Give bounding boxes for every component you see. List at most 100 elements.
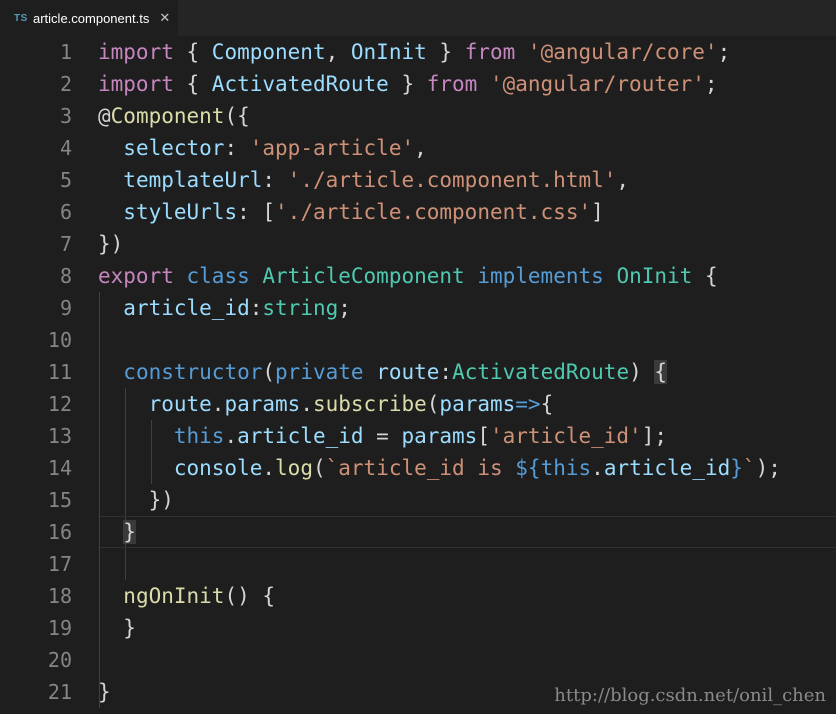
code-token: './article.component.css' — [275, 200, 592, 224]
code-token: ; — [717, 40, 731, 64]
code-line[interactable]: 7}) — [0, 228, 836, 260]
code-line[interactable]: 13 this.article_id = params['article_id'… — [0, 420, 836, 452]
code-token: => — [515, 392, 541, 416]
code-token: private — [275, 360, 364, 384]
code-token: ; — [338, 296, 351, 320]
code-token: class — [186, 264, 250, 288]
code-token: import — [98, 72, 174, 96]
code-line[interactable]: 2 import { ActivatedRoute } from '@angula… — [0, 68, 836, 100]
code-token: ; — [704, 72, 718, 96]
code-token: console — [173, 456, 263, 480]
code-text: } — [98, 612, 136, 644]
code-token: ( — [426, 392, 440, 416]
code-line[interactable]: 20 — [0, 644, 836, 676]
code-line[interactable]: 19 } — [0, 612, 836, 644]
code-text: article_id:string; — [98, 292, 351, 324]
code-token: () { — [224, 584, 276, 608]
code-text: constructor(private route:ActivatedRoute… — [98, 356, 668, 388]
code-token: { — [692, 264, 718, 288]
code-token: . — [591, 456, 604, 480]
code-token: . — [300, 392, 313, 416]
code-line[interactable]: 15 }) — [0, 484, 836, 516]
code-token: templateUrl — [123, 168, 263, 192]
code-token: `article_id is — [325, 456, 516, 480]
code-token: , — [325, 40, 351, 64]
tab-article-component-ts[interactable]: TS article.component.ts ✕ — [0, 0, 178, 36]
code-text: ngOnInit() { — [98, 580, 275, 612]
code-token: }) — [98, 488, 174, 512]
line-number: 20 — [47, 648, 72, 672]
line-number: 11 — [47, 360, 72, 384]
code-token: , — [616, 168, 630, 192]
code-token: ngOnInit — [123, 584, 225, 608]
code-token: { — [173, 72, 212, 96]
code-token: OnInit — [616, 264, 693, 288]
line-number: 9 — [59, 296, 72, 320]
code-text: import { ActivatedRoute } from '@angular… — [98, 68, 718, 100]
code-line[interactable]: 3 @Component({ — [0, 100, 836, 132]
code-token: params — [439, 392, 516, 416]
code-token: article_id — [123, 296, 250, 320]
code-line[interactable]: 17 — [0, 548, 836, 580]
code-token: } — [98, 616, 136, 640]
typescript-file-icon: TS — [14, 12, 28, 24]
line-number: 14 — [47, 456, 72, 480]
code-editor[interactable]: 1 import { Component, OnInit } from '@ang… — [0, 36, 836, 714]
code-line[interactable]: 12 route.params.subscribe(params=>{ — [0, 388, 836, 420]
code-token: params — [401, 424, 478, 448]
code-line[interactable]: 8 export class ArticleComponent implement… — [0, 260, 836, 292]
code-token: : — [249, 296, 263, 320]
code-text: styleUrls: ['./article.component.css'] — [98, 196, 603, 228]
code-line[interactable]: 14 console.log(`article_id is ${this.art… — [0, 452, 836, 484]
code-token: : — [224, 136, 250, 160]
code-token: } — [730, 456, 743, 480]
code-token: from — [464, 40, 516, 64]
code-line[interactable]: 18 ngOnInit() { — [0, 580, 836, 612]
line-number: 3 — [59, 104, 72, 128]
code-line[interactable]: 11 constructor(private route:ActivatedRo… — [0, 356, 836, 388]
code-token: } — [123, 520, 136, 544]
code-token: { — [540, 392, 554, 416]
code-line[interactable]: 6 styleUrls: ['./article.component.css'] — [0, 196, 836, 228]
code-token: ( — [312, 456, 326, 480]
code-token: { — [173, 40, 212, 64]
code-text: selector: 'app-article', — [98, 132, 426, 164]
code-token: article_id — [237, 424, 364, 448]
code-token: article_id — [603, 456, 731, 480]
code-token: [ — [477, 424, 490, 448]
line-number: 7 — [59, 232, 72, 256]
code-line[interactable]: 10 — [0, 324, 836, 356]
code-token: = — [363, 424, 402, 448]
code-line[interactable]: 1 import { Component, OnInit } from '@ang… — [0, 36, 836, 68]
code-token: ]; — [641, 424, 667, 448]
code-text: route.params.subscribe(params=>{ — [98, 388, 554, 420]
code-token: '@angular/router' — [489, 72, 705, 96]
code-line[interactable]: 4 selector: 'app-article', — [0, 132, 836, 164]
code-text: templateUrl: './article.component.html', — [98, 164, 629, 196]
code-text: console.log(`article_id is ${this.articl… — [98, 452, 781, 484]
code-text: } — [98, 676, 111, 708]
line-number: 10 — [47, 328, 72, 352]
line-number: 12 — [47, 392, 72, 416]
code-token: ); — [755, 456, 781, 480]
line-number: 4 — [59, 136, 72, 160]
code-line[interactable]: 9 article_id:string; — [0, 292, 836, 324]
line-number: 13 — [47, 424, 72, 448]
code-line[interactable]: 5 templateUrl: './article.component.html… — [0, 164, 836, 196]
code-token: . — [262, 456, 276, 480]
code-line[interactable]: 16 } — [0, 516, 836, 548]
close-icon[interactable]: ✕ — [159, 10, 170, 26]
code-token: @ — [98, 104, 111, 128]
tab-bar: TS article.component.ts ✕ — [0, 0, 836, 36]
line-number: 21 — [47, 680, 72, 704]
code-token: '@angular/core' — [527, 40, 718, 64]
